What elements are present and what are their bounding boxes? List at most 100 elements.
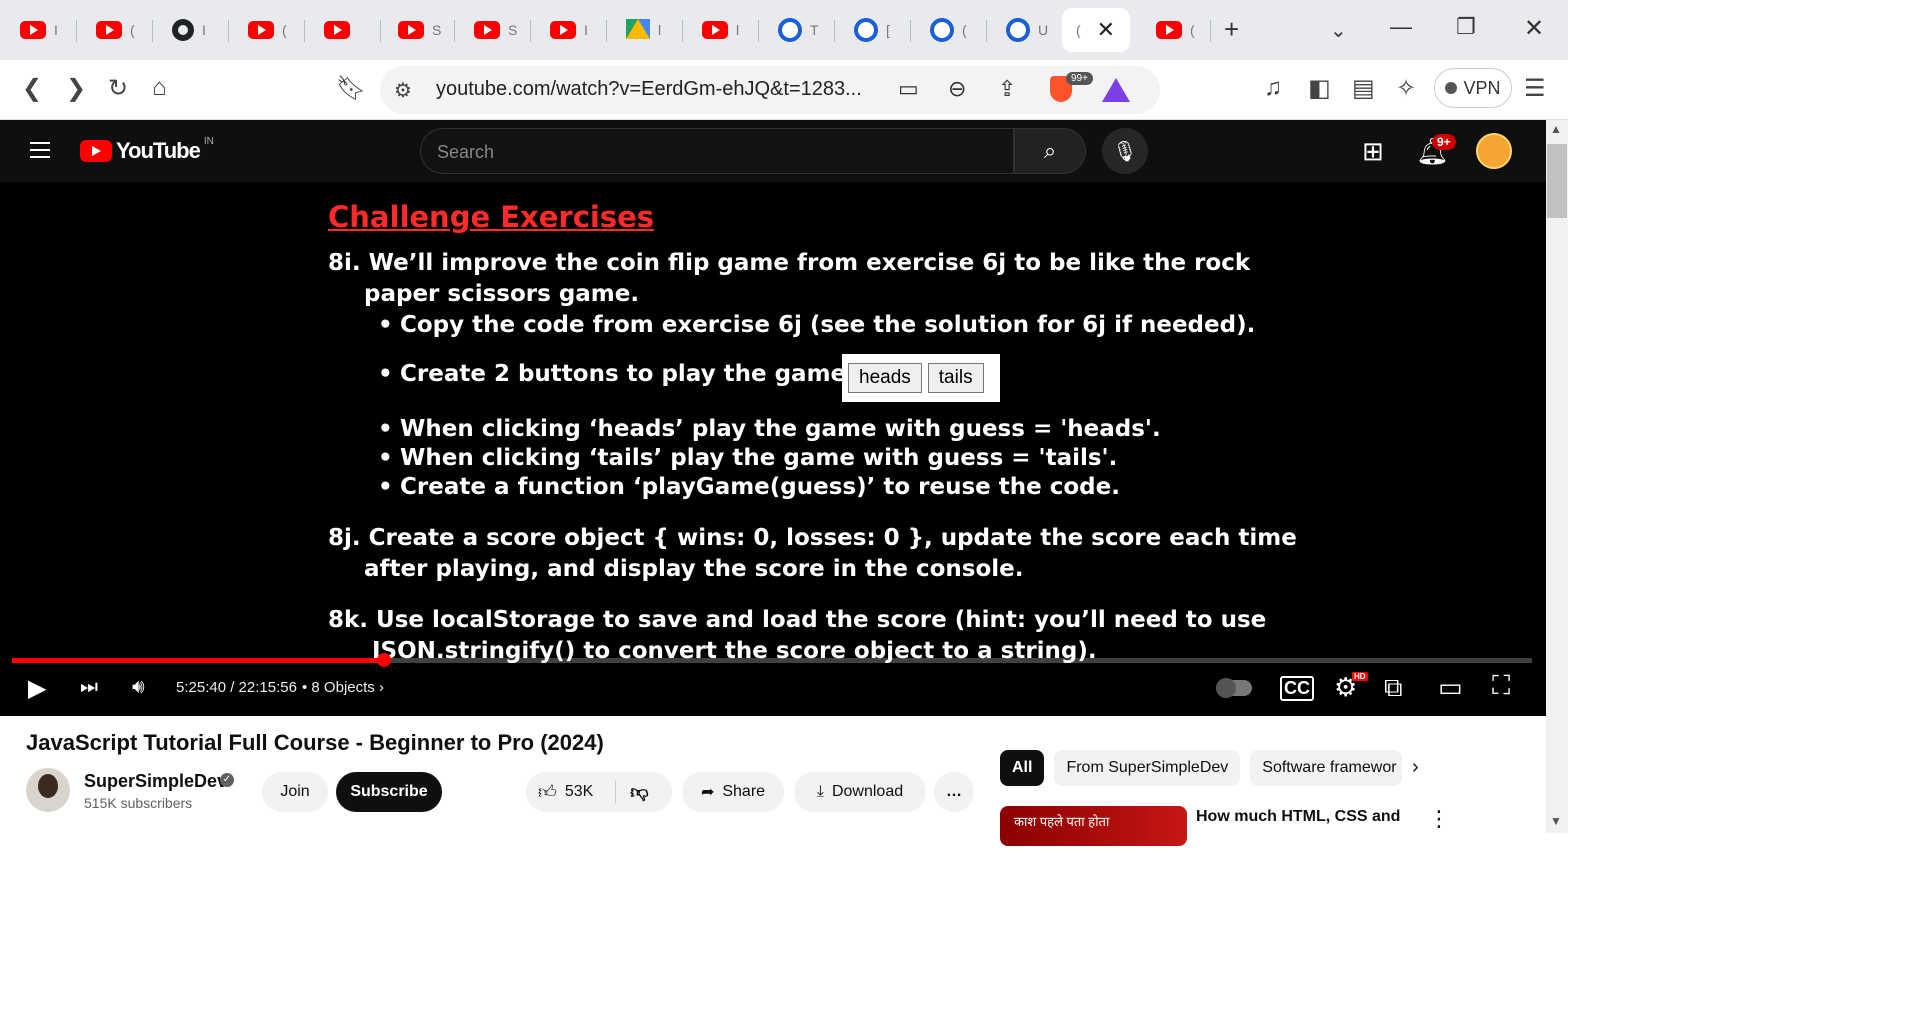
dislike-button[interactable]: 👎︎: [630, 781, 648, 803]
browser-tab[interactable]: (: [1136, 8, 1195, 52]
vpn-button[interactable]: VPN: [1434, 68, 1512, 108]
menu-icon[interactable]: ☰: [1524, 74, 1546, 103]
page-scrollbar[interactable]: ▲ ▼: [1546, 120, 1568, 833]
autoplay-toggle[interactable]: [1216, 678, 1252, 698]
browser-tab[interactable]: l: [682, 8, 739, 52]
media-icon[interactable]: ♫: [1264, 74, 1282, 102]
sidebar-icon[interactable]: ◧: [1308, 74, 1331, 103]
next-video-icon[interactable]: ⏭︎: [80, 676, 98, 699]
browser-tab[interactable]: S: [378, 8, 441, 52]
tab-search-chevron-icon[interactable]: ⌄: [1330, 18, 1347, 43]
channel-name[interactable]: SuperSimpleDev: [84, 771, 227, 792]
shields-count-badge: 99+: [1066, 72, 1093, 85]
share-arrow-icon: ➦: [700, 784, 715, 801]
bookmark-icon[interactable]: 🔖︎: [336, 74, 366, 103]
zoom-out-icon[interactable]: ⊖: [948, 76, 966, 102]
slide-title: Challenge Exercises: [328, 200, 655, 234]
notification-badge: 9+: [1432, 134, 1456, 150]
play-icon[interactable]: ▶: [28, 674, 46, 703]
leo-ai-icon[interactable]: ✧: [1396, 74, 1416, 103]
heads-demo-button: heads: [848, 363, 922, 393]
join-button[interactable]: Join: [262, 772, 328, 812]
like-button[interactable]: 👍︎ 53K: [538, 781, 593, 803]
chip-all[interactable]: All: [1000, 750, 1045, 786]
download-button[interactable]: ⤓ Download: [794, 772, 926, 812]
minimize-button[interactable]: —: [1390, 14, 1412, 40]
browser-tab[interactable]: I: [0, 8, 58, 52]
voice-search-button[interactable]: 🎙︎: [1102, 128, 1148, 174]
download-icon: ⤓: [816, 783, 824, 800]
slide-line: after playing, and display the score in …: [364, 556, 1024, 582]
progress-bar[interactable]: [12, 653, 1532, 667]
miniplayer-icon[interactable]: ⧉: [1384, 672, 1403, 704]
subscribe-button[interactable]: Subscribe: [336, 772, 442, 812]
channel-avatar[interactable]: [26, 768, 70, 812]
fullscreen-icon[interactable]: ⛶: [1492, 670, 1510, 702]
share-button[interactable]: ➦ Share: [682, 772, 784, 812]
back-icon[interactable]: ❮: [22, 74, 42, 103]
more-actions-button[interactable]: …: [934, 772, 974, 812]
chip-from-channel[interactable]: From SuperSimpleDev: [1054, 750, 1241, 786]
browser-tab[interactable]: (: [228, 8, 287, 52]
share-icon[interactable]: ⇪: [998, 76, 1016, 102]
verified-badge-icon: ✓: [220, 773, 234, 787]
site-settings-icon[interactable]: ⚙︎: [394, 78, 412, 103]
create-icon[interactable]: ⊞: [1362, 136, 1384, 167]
new-tab-button[interactable]: +: [1224, 14, 1239, 45]
microphone-icon: 🎙︎: [1112, 140, 1138, 163]
progress-played: [12, 658, 385, 663]
forward-icon[interactable]: ❯: [66, 74, 86, 103]
youtube-icon: [702, 21, 728, 39]
youtube-logo[interactable]: YouTube IN: [80, 136, 214, 164]
close-window-button[interactable]: ✕: [1524, 14, 1544, 43]
restore-button[interactable]: ❐: [1456, 14, 1476, 40]
close-tab-icon[interactable]: ✕: [1097, 17, 1115, 43]
url-text[interactable]: youtube.com/watch?v=EerdGm-ehJQ&t=1283..…: [436, 78, 862, 101]
browser-tab[interactable]: [304, 8, 358, 52]
browser-toolbar: ❮ ❯ ↻ ⌂ 🔖︎ ⚙︎ youtube.com/watch?v=EerdGm…: [0, 60, 1568, 120]
captions-icon[interactable]: CC: [1280, 676, 1314, 701]
recommended-title[interactable]: How much HTML, CSS and: [1196, 808, 1400, 826]
browser-tab[interactable]: I: [530, 8, 588, 52]
scroll-down-icon[interactable]: ▼: [1550, 814, 1562, 828]
scrubber-handle[interactable]: [377, 653, 392, 667]
wallet-icon[interactable]: ▤: [1352, 74, 1375, 103]
recommended-thumbnail[interactable]: काश पहले पता होता: [1000, 806, 1187, 846]
search-button[interactable]: ⌕: [1014, 128, 1086, 174]
browser-tab[interactable]: T: [758, 8, 819, 52]
browser-tab[interactable]: [: [834, 8, 890, 52]
youtube-icon: [20, 21, 46, 39]
volume-icon[interactable]: 🔊︎: [132, 676, 145, 699]
browser-tab-active[interactable]: (✕: [1062, 8, 1130, 52]
browser-tab[interactable]: S: [454, 8, 517, 52]
cast-icon[interactable]: ▭: [898, 76, 919, 102]
search-input[interactable]: [437, 139, 997, 165]
scroll-up-icon[interactable]: ▲: [1550, 122, 1562, 136]
video-player[interactable]: Challenge Exercises 8i. We’ll improve th…: [0, 182, 1546, 716]
address-bar[interactable]: ⚙︎ youtube.com/watch?v=EerdGm-ehJQ&t=128…: [380, 66, 1160, 114]
chapter-label[interactable]: • 8 Objects ›: [302, 679, 384, 696]
chevron-right-icon: ›: [378, 679, 384, 696]
github-icon: [172, 19, 194, 41]
youtube-icon: [474, 21, 500, 39]
scrollbar-thumb[interactable]: [1547, 144, 1567, 218]
slide-line: 8k. Use localStorage to save and load th…: [328, 607, 1267, 633]
guide-menu-icon[interactable]: [30, 142, 50, 158]
reload-icon[interactable]: ↻: [108, 74, 128, 103]
browser-tab[interactable]: (: [910, 8, 967, 52]
browser-tab[interactable]: U: [986, 8, 1048, 52]
browser-tab[interactable]: l: [606, 8, 661, 52]
theater-mode-icon[interactable]: ▭: [1438, 672, 1463, 703]
browser-tab[interactable]: I: [152, 8, 206, 52]
c-icon: [930, 18, 954, 42]
brave-rewards-icon[interactable]: [1102, 78, 1130, 102]
home-icon[interactable]: ⌂: [152, 74, 167, 102]
slide-line: 8j. Create a score object { wins: 0, los…: [328, 525, 1297, 551]
chips-next-chevron-icon[interactable]: ›: [1412, 756, 1419, 779]
c-icon: [1006, 18, 1030, 42]
chip-software-frameworks[interactable]: Software framewor: [1250, 750, 1403, 786]
browser-tab[interactable]: (: [76, 8, 135, 52]
recommended-menu-icon[interactable]: ⋮: [1428, 806, 1450, 832]
account-avatar[interactable]: [1476, 133, 1512, 169]
search-box: [420, 128, 1014, 174]
